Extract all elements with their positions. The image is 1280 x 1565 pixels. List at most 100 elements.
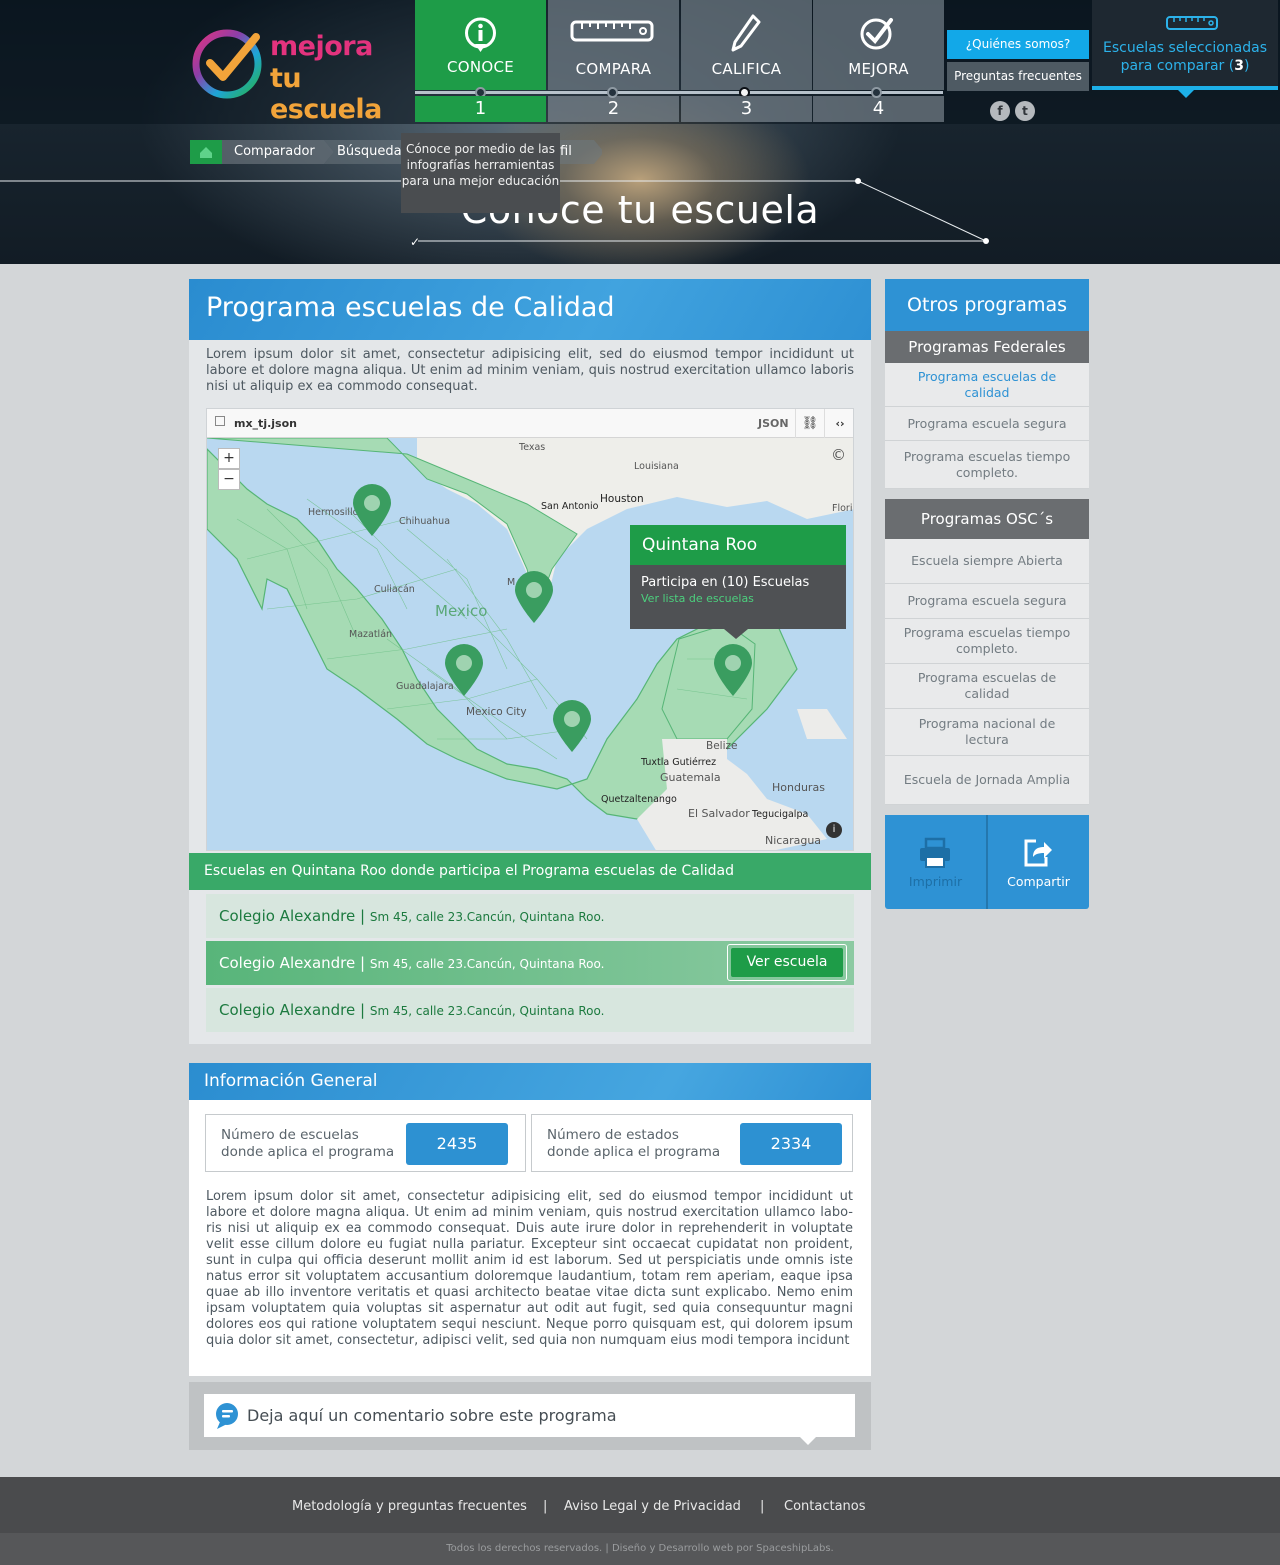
step-number[interactable]: 2 — [548, 96, 679, 122]
sidebar-item-osc[interactable]: Escuela siempre Abierta — [885, 539, 1089, 584]
map-pin-icon[interactable] — [445, 644, 483, 696]
info-body: Lorem ipsum dolor sit amet, consectetur … — [206, 1189, 853, 1348]
file-icon — [215, 416, 225, 426]
sidebar-osc-title: Programas OSC´s — [885, 499, 1089, 539]
step-number[interactable]: 4 — [813, 96, 944, 122]
print-button[interactable]: Imprimir — [885, 815, 986, 909]
step-conoce[interactable]: CONOCE — [415, 0, 546, 90]
map-widget[interactable]: mx_tj.json JSON ⛓ ‹› + − © Texas Louisia… — [206, 408, 854, 851]
comment-icon — [216, 1403, 238, 1429]
check-circle-icon — [860, 18, 893, 50]
map-label: Tegucigalpa — [752, 809, 809, 820]
step-number[interactable]: 3 — [681, 96, 812, 122]
school-sep: | — [355, 907, 370, 925]
map-pin-icon[interactable] — [515, 571, 553, 623]
program-intro: Lorem ipsum dolor sit amet, consectetur … — [206, 347, 854, 394]
zoom-in-button[interactable]: + — [218, 448, 240, 469]
popup-title: Quintana Roo — [630, 525, 846, 565]
sidebar-title: Otros programas — [885, 279, 1089, 331]
zoom-out-button[interactable]: − — [218, 469, 240, 490]
step-califica[interactable]: CALIFICA — [681, 0, 812, 90]
map-format[interactable]: JSON — [758, 417, 789, 430]
facebook-icon[interactable]: f — [990, 101, 1010, 121]
about-button[interactable]: ¿Quiénes somos? — [947, 30, 1089, 59]
site-logo[interactable]: mejora tu escuela — [190, 25, 420, 125]
map-toolbar: mx_tj.json JSON ⛓ ‹› — [207, 409, 853, 438]
footer-link-metodologia[interactable]: Metodología y preguntas frecuentes — [292, 1499, 527, 1514]
sidebar-item-osc[interactable]: Programa escuelas de calidad — [885, 664, 1089, 709]
map-label: Chihuahua — [399, 516, 451, 527]
compare-label: Escuelas seleccionadas — [1102, 40, 1267, 56]
info-icon[interactable]: i — [826, 822, 842, 838]
compare-label-2: para comparar ( — [1120, 58, 1235, 74]
school-sep: | — [355, 1001, 370, 1019]
map-label: Quetzaltenango — [601, 794, 677, 805]
stat-label: Número de escuelas donde aplica el progra… — [221, 1127, 394, 1161]
map-label: Tuxtla Gutiérrez — [641, 757, 717, 768]
map-label: El Salvador — [688, 807, 750, 820]
sidebar-item-osc[interactable]: Programa escuelas tiempo completo. — [885, 619, 1089, 664]
map-label: Hermosillo — [308, 507, 359, 518]
sidebar-item-federal[interactable]: Programa escuelas de calidad — [885, 363, 1089, 407]
printer-icon — [920, 837, 950, 868]
ver-escuela-button[interactable]: Ver escuela — [727, 944, 847, 981]
map-pin-icon[interactable] — [353, 484, 391, 536]
map-label: Florid — [832, 503, 853, 514]
step-label: CALIFICA — [711, 60, 782, 78]
share-icon — [1024, 839, 1052, 867]
comment-input[interactable]: Deja aquí un comentario sobre este progr… — [204, 1394, 855, 1437]
share-button[interactable]: Compartir — [988, 815, 1089, 909]
map-label: Mexico City — [466, 706, 527, 718]
map-label: Louisiana — [634, 461, 679, 472]
comment-tail — [800, 1437, 816, 1445]
sidebar-item-federal[interactable]: Programa escuela segura — [885, 407, 1089, 441]
footer-link-aviso[interactable]: Aviso Legal y de Privacidad — [564, 1499, 741, 1514]
info-title: Información General — [189, 1063, 871, 1100]
progress-track — [415, 91, 943, 94]
footer-link-contacto[interactable]: Contactanos — [784, 1499, 866, 1514]
logo-text-line2: tu escuela — [270, 63, 382, 125]
print-label: Imprimir — [908, 874, 963, 889]
map-canvas[interactable] — [207, 438, 854, 851]
compare-panel[interactable]: Escuelas seleccionadas para comparar (3) — [1092, 0, 1278, 98]
map-label: Houston — [600, 493, 644, 505]
ver-escuela-label: Ver escuela — [731, 948, 843, 977]
breadcrumb-item-comparador[interactable]: Comparador — [220, 140, 315, 164]
sidebar-item-osc[interactable]: Programa nacional de lectura — [885, 709, 1089, 756]
copyright: Todos los derechos reservados. | Diseño … — [0, 1533, 1280, 1565]
link-icon[interactable]: ⛓ — [795, 409, 824, 438]
sidebar-item-osc[interactable]: Escuela de Jornada Amplia — [885, 756, 1089, 805]
twitter-icon[interactable]: t — [1015, 101, 1035, 121]
school-row[interactable]: Colegio Alexandre | Sm 45, calle 23.Canc… — [206, 894, 854, 938]
compare-arrow — [1178, 90, 1194, 98]
map-pin-icon[interactable] — [553, 700, 591, 752]
map-filename: mx_tj.json — [234, 417, 297, 430]
map-label: M — [507, 577, 516, 588]
breadcrumb-item-busqueda[interactable]: Búsqueda — [323, 140, 402, 164]
popup-text: Participa en (10) Escuelas — [641, 575, 810, 590]
step-number[interactable]: 1 — [415, 96, 546, 122]
stat-value: 2334 — [740, 1123, 842, 1165]
school-name: Colegio Alexandre — [219, 1001, 356, 1019]
sidebar-item-federal[interactable]: Programa escuelas tiempo completo. — [885, 441, 1089, 489]
home-icon[interactable] — [190, 140, 222, 164]
school-row[interactable]: Colegio Alexandre | Sm 45, calle 23.Canc… — [206, 988, 854, 1032]
compare-count: 3 — [1234, 58, 1244, 74]
map-label: Mazatlán — [349, 629, 393, 640]
stat-label-line2: donde aplica el programa — [547, 1144, 721, 1160]
popup-link[interactable]: Ver lista de escuelas — [630, 590, 846, 605]
stat-label-line2: donde aplica el programa — [221, 1144, 395, 1160]
school-name: Colegio Alexandre — [219, 907, 356, 925]
stat-label-line1: Número de escuelas — [221, 1127, 359, 1143]
step-compara[interactable]: COMPARA — [548, 0, 679, 90]
map-pin-icon[interactable] — [714, 644, 752, 696]
map-label: Guatemala — [660, 771, 721, 784]
actions-panel: Imprimir Compartir — [885, 815, 1089, 909]
sidebar-item-osc[interactable]: Programa escuela segura — [885, 584, 1089, 619]
copyright-icon[interactable]: © — [831, 446, 846, 464]
step-mejora[interactable]: MEJORA — [813, 0, 944, 90]
map-popup: Quintana Roo Participa en (10) Escuelas … — [630, 525, 846, 639]
code-icon[interactable]: ‹› — [824, 409, 853, 438]
faq-button[interactable]: Preguntas frecuentes — [947, 62, 1089, 91]
step-label: MEJORA — [848, 60, 909, 78]
